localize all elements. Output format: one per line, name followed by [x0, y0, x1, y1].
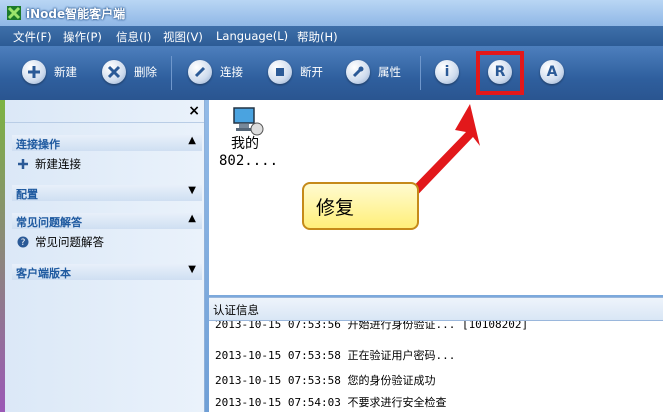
- sidebar-item-new-connection[interactable]: 新建连接: [17, 156, 81, 172]
- svg-text:?: ?: [21, 238, 26, 248]
- new-button[interactable]: 新建: [22, 58, 77, 86]
- connect-button[interactable]: 连接: [188, 58, 243, 86]
- disconnect-button[interactable]: 断开: [268, 58, 323, 86]
- toolbar: 新建 删除 连接 断开 属性 i R A: [0, 46, 663, 100]
- section-title: 客户端版本: [16, 267, 71, 280]
- window-title: iNode智能客户端: [26, 7, 126, 21]
- new-label: 新建: [54, 65, 77, 79]
- stop-icon: [268, 60, 292, 84]
- section-client-version[interactable]: 客户端版本 ▼: [12, 264, 202, 280]
- sidebar-item-label: 新建连接: [35, 157, 81, 171]
- help-icon: ?: [17, 236, 29, 248]
- collapse-icon: ▲: [188, 135, 196, 146]
- x-icon: [102, 60, 126, 84]
- properties-label: 属性: [378, 65, 401, 79]
- connect-label: 连接: [220, 65, 243, 79]
- repair-callout: 修复: [302, 182, 419, 230]
- plus-icon: [22, 60, 46, 84]
- connection-list-pane: 我的 802....: [209, 100, 663, 295]
- section-title: 连接操作: [16, 138, 60, 151]
- connection-label-line1: 我的: [231, 136, 259, 152]
- collapse-icon: ▼: [188, 185, 196, 196]
- section-faq[interactable]: 常见问题解答 ▲: [12, 213, 202, 229]
- inode-logo-icon: [7, 6, 21, 20]
- sidebar-item-label: 常见问题解答: [35, 235, 104, 249]
- info-icon: i: [435, 60, 459, 84]
- log-row: 2013-10-15 07:54:03 不要求进行安全检查: [215, 396, 447, 409]
- toolbar-separator: [171, 56, 172, 90]
- sidebar-close-icon[interactable]: ×: [188, 103, 200, 119]
- new-connection-icon: [18, 159, 28, 169]
- pen-icon: [188, 60, 212, 84]
- collapse-icon: ▼: [188, 264, 196, 275]
- auth-info-title: 认证信息: [213, 303, 259, 317]
- menu-info[interactable]: 信息(I): [116, 29, 151, 45]
- section-connection-ops[interactable]: 连接操作 ▲: [12, 135, 202, 151]
- delete-label: 删除: [134, 65, 157, 79]
- inode-window: iNode智能客户端 文件(F) 操作(P) 信息(I) 视图(V) Langu…: [0, 0, 663, 412]
- section-config[interactable]: 配置 ▼: [12, 185, 202, 201]
- menu-help[interactable]: 帮助(H): [297, 29, 338, 45]
- log-row: 2013-10-15 07:53:58 正在验证用户密码...: [215, 349, 456, 362]
- connection-label-line2: 802....: [219, 153, 279, 169]
- auth-log: 2013-10-15 07:53:56 开始进行身份验证... [1010820…: [209, 320, 663, 412]
- log-row: 2013-10-15 07:53:56 开始进行身份验证... [1010820…: [215, 320, 529, 331]
- disconnect-label: 断开: [300, 65, 323, 79]
- auth-info-header: 认证信息: [209, 297, 663, 320]
- menu-view[interactable]: 视图(V): [163, 29, 203, 45]
- wrench-icon: [346, 60, 370, 84]
- sidebar-item-faq[interactable]: ? 常见问题解答: [17, 234, 104, 250]
- menu-file[interactable]: 文件(F): [13, 29, 52, 45]
- connection-label[interactable]: 我的 802....: [219, 136, 279, 170]
- delete-button[interactable]: 删除: [102, 58, 157, 86]
- repair-highlight-box: [476, 51, 524, 95]
- menu-operation[interactable]: 操作(P): [63, 29, 102, 45]
- toolbar-separator: [420, 56, 421, 90]
- menu-language[interactable]: Language(L): [216, 29, 288, 43]
- sidebar-header: ×: [5, 100, 204, 123]
- advanced-icon: A: [540, 60, 564, 84]
- properties-button[interactable]: 属性: [346, 58, 401, 86]
- advanced-button[interactable]: A: [540, 58, 564, 86]
- info-button[interactable]: i: [435, 58, 459, 86]
- menu-bar: 文件(F) 操作(P) 信息(I) 视图(V) Language(L) 帮助(H…: [0, 26, 663, 46]
- sidebar: × 连接操作 ▲ 新建连接 配置 ▼ 常见问题解答 ▲ ? 常见问题解答 客户端…: [5, 100, 205, 412]
- collapse-icon: ▲: [188, 213, 196, 224]
- section-title: 配置: [16, 188, 38, 201]
- callout-text: 修复: [316, 197, 355, 219]
- section-title: 常见问题解答: [16, 216, 82, 229]
- log-row: 2013-10-15 07:53:58 您的身份验证成功: [215, 374, 436, 387]
- connection-icon[interactable]: [231, 104, 265, 138]
- title-bar: iNode智能客户端: [0, 0, 663, 26]
